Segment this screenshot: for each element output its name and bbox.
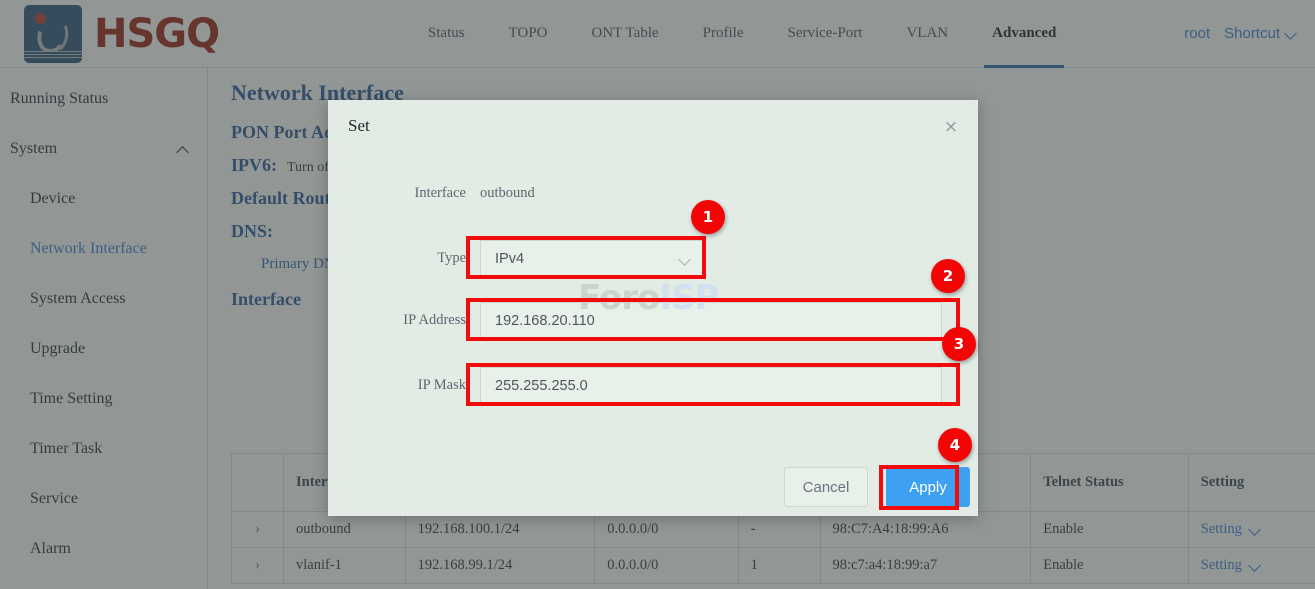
annotation-badge-3: 3 bbox=[942, 327, 976, 361]
cancel-button[interactable]: Cancel bbox=[784, 467, 868, 507]
annotation-badge-1: 1 bbox=[691, 200, 725, 234]
dialog-footer: Cancel Apply bbox=[784, 467, 970, 507]
type-select[interactable]: IPv4 bbox=[480, 240, 704, 277]
interface-value: outbound bbox=[480, 185, 535, 202]
annotation-badge-4: 4 bbox=[938, 428, 972, 462]
close-icon[interactable]: × bbox=[940, 116, 962, 138]
type-select-value: IPv4 bbox=[495, 251, 524, 267]
ip-mask-value: 255.255.255.0 bbox=[495, 378, 588, 394]
chevron-down-icon bbox=[680, 254, 691, 265]
ip-address-value: 192.168.20.110 bbox=[495, 313, 595, 329]
app-root: HSGQ Status TOPO ONT Table Profile Servi… bbox=[0, 0, 1315, 589]
apply-button[interactable]: Apply bbox=[886, 467, 970, 507]
dialog-title: Set bbox=[348, 116, 370, 136]
type-label: Type bbox=[328, 250, 466, 267]
ip-address-input[interactable]: 192.168.20.110 bbox=[480, 302, 942, 339]
annotation-badge-2: 2 bbox=[931, 259, 965, 293]
set-interface-dialog: Set × Interface outbound Type IPv4 IP Ad… bbox=[328, 100, 978, 516]
ip-mask-input[interactable]: 255.255.255.0 bbox=[480, 367, 942, 404]
field-row-ip-address: IP Address 192.168.20.110 bbox=[328, 302, 948, 339]
interface-label: Interface bbox=[328, 185, 466, 202]
field-row-ip-mask: IP Mask 255.255.255.0 bbox=[328, 367, 948, 404]
ip-address-label: IP Address bbox=[328, 312, 466, 329]
ip-mask-label: IP Mask bbox=[328, 377, 466, 394]
field-row-type: Type IPv4 bbox=[328, 240, 828, 277]
field-row-interface: Interface outbound bbox=[328, 185, 888, 202]
